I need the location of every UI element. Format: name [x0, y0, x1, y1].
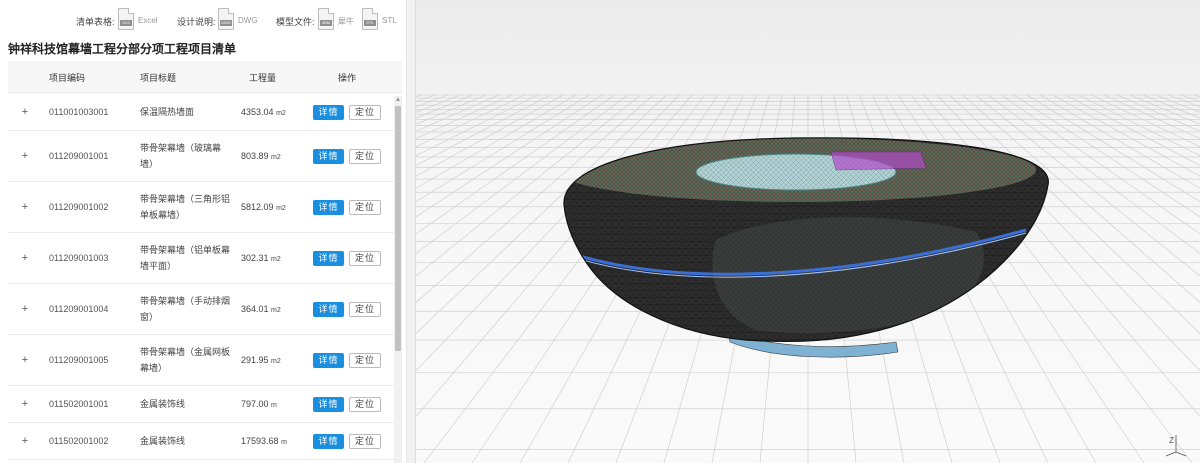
row-code: 011209001001 [49, 151, 109, 161]
model-file-label: 模型文件: [276, 17, 315, 27]
rhino-file-icon[interactable]: 3DM [318, 8, 334, 30]
locate-button[interactable]: 定位 [349, 397, 381, 412]
scroll-thumb[interactable] [395, 106, 401, 351]
excel-file-type[interactable]: Excel [138, 16, 158, 25]
table-row: + 011209001004 带骨架幕墙（手动排烟窗） 364.01 m2 详情… [8, 284, 395, 335]
detail-button[interactable]: 详情 [313, 397, 344, 412]
row-title: 金属装饰线 [140, 436, 186, 446]
row-code: 011001003001 [49, 107, 109, 117]
detail-button[interactable]: 详情 [313, 251, 344, 266]
expand-row-button[interactable]: + [20, 150, 30, 162]
header-code: 项目编码 [49, 73, 86, 83]
dwg-file-type[interactable]: DWG [238, 16, 258, 25]
stl-file-icon[interactable]: STL [362, 8, 378, 30]
dwg-file-icon[interactable]: DWG [218, 8, 234, 30]
stl-file-type[interactable]: STL [382, 16, 397, 25]
table-row: + 011502001001 金属装饰线 797.00 m 详情 定位 [8, 386, 395, 423]
model-canvas[interactable] [416, 0, 1200, 463]
row-title: 带骨架幕墙（手动排烟窗） [140, 296, 231, 322]
row-code: 011209001003 [49, 253, 109, 263]
row-title: 带骨架幕墙（玻璃幕墙） [140, 143, 222, 169]
locate-button[interactable]: 定位 [349, 200, 381, 215]
row-code: 011502001001 [49, 399, 109, 409]
page-title: 钟祥科技馆幕墙工程分部分项工程项目清单 [8, 42, 237, 56]
row-quantity: 364.01 m2 [241, 304, 281, 314]
detail-button[interactable]: 详情 [313, 353, 344, 368]
locate-button[interactable]: 定位 [349, 302, 381, 317]
detail-button[interactable]: 详情 [313, 149, 344, 164]
header-action: 操作 [338, 73, 357, 83]
row-code: 011209001005 [49, 355, 109, 365]
excel-file-icon[interactable]: XLS [118, 8, 134, 30]
file-toolbar: 清单表格: XLS Excel 设计说明: DWG DWG 模型文件: 3DM … [0, 6, 406, 34]
scroll-up-icon[interactable]: ▲ [394, 96, 402, 104]
model-roof-feature [830, 151, 927, 171]
expand-row-button[interactable]: + [20, 354, 30, 366]
table-header: 项目编码 项目标题 工程量 操作 [8, 61, 402, 93]
row-title: 保温隔热墙面 [140, 107, 195, 117]
row-title: 带骨架幕墙（铝单板幕墙平面） [140, 245, 231, 271]
locate-button[interactable]: 定位 [349, 149, 381, 164]
row-code: 011502001002 [49, 436, 109, 446]
table-row: + 011502001002 金属装饰线 17593.68 m 详情 定位 [8, 423, 395, 460]
row-quantity: 5812.09 m2 [241, 202, 286, 212]
3d-model-viewer[interactable]: Z [416, 0, 1200, 463]
axis-z-label: Z [1169, 436, 1174, 445]
row-title: 带骨架幕墙（三角形铝单板幕墙） [140, 194, 231, 220]
detail-button[interactable]: 详情 [313, 200, 344, 215]
table-row: + 011209001002 带骨架幕墙（三角形铝单板幕墙） 5812.09 m… [8, 182, 395, 233]
table-scrollbar[interactable]: ▲ [394, 96, 402, 463]
table-row: + 011209001005 带骨架幕墙（金属网板幕墙） 291.95 m2 详… [8, 335, 395, 386]
row-title: 带骨架幕墙（金属网板幕墙） [140, 347, 231, 373]
row-quantity: 291.95 m2 [241, 355, 281, 365]
expand-row-button[interactable]: + [20, 398, 30, 410]
table-row: + 011209001001 带骨架幕墙（玻璃幕墙） 803.89 m2 详情 … [8, 131, 395, 182]
header-title: 项目标题 [140, 73, 177, 83]
row-quantity: 797.00 m [241, 399, 277, 409]
design-file-label: 设计说明: [177, 17, 216, 27]
row-code: 011209001004 [49, 304, 109, 314]
locate-button[interactable]: 定位 [349, 353, 381, 368]
row-quantity: 4353.04 m2 [241, 107, 286, 117]
row-code: 011209001002 [49, 202, 109, 212]
expand-row-button[interactable]: + [20, 201, 30, 213]
expand-row-button[interactable]: + [20, 252, 30, 264]
list-file-label: 清单表格: [76, 17, 115, 27]
detail-button[interactable]: 详情 [313, 302, 344, 317]
detail-button[interactable]: 详情 [313, 105, 344, 120]
row-quantity: 302.31 m2 [241, 253, 281, 263]
table-row: + 011209001003 带骨架幕墙（铝单板幕墙平面） 302.31 m2 … [8, 233, 395, 284]
row-title: 金属装饰线 [140, 399, 186, 409]
rhino-file-type[interactable]: 犀牛 [338, 16, 354, 27]
expand-row-button[interactable]: + [20, 435, 30, 447]
panel-splitter[interactable] [407, 0, 416, 463]
row-quantity: 803.89 m2 [241, 151, 281, 161]
header-quantity: 工程量 [249, 73, 277, 83]
expand-row-button[interactable]: + [20, 303, 30, 315]
detail-button[interactable]: 详情 [313, 434, 344, 449]
locate-button[interactable]: 定位 [349, 434, 381, 449]
expand-row-button[interactable]: + [20, 106, 30, 118]
table-row: + 011001003001 保温隔热墙面 4353.04 m2 详情 定位 [8, 94, 395, 131]
bill-of-quantities-panel: 清单表格: XLS Excel 设计说明: DWG DWG 模型文件: 3DM … [0, 0, 407, 463]
locate-button[interactable]: 定位 [349, 105, 381, 120]
locate-button[interactable]: 定位 [349, 251, 381, 266]
row-quantity: 17593.68 m [241, 436, 287, 446]
table-body: + 011001003001 保温隔热墙面 4353.04 m2 详情 定位 +… [8, 94, 402, 463]
